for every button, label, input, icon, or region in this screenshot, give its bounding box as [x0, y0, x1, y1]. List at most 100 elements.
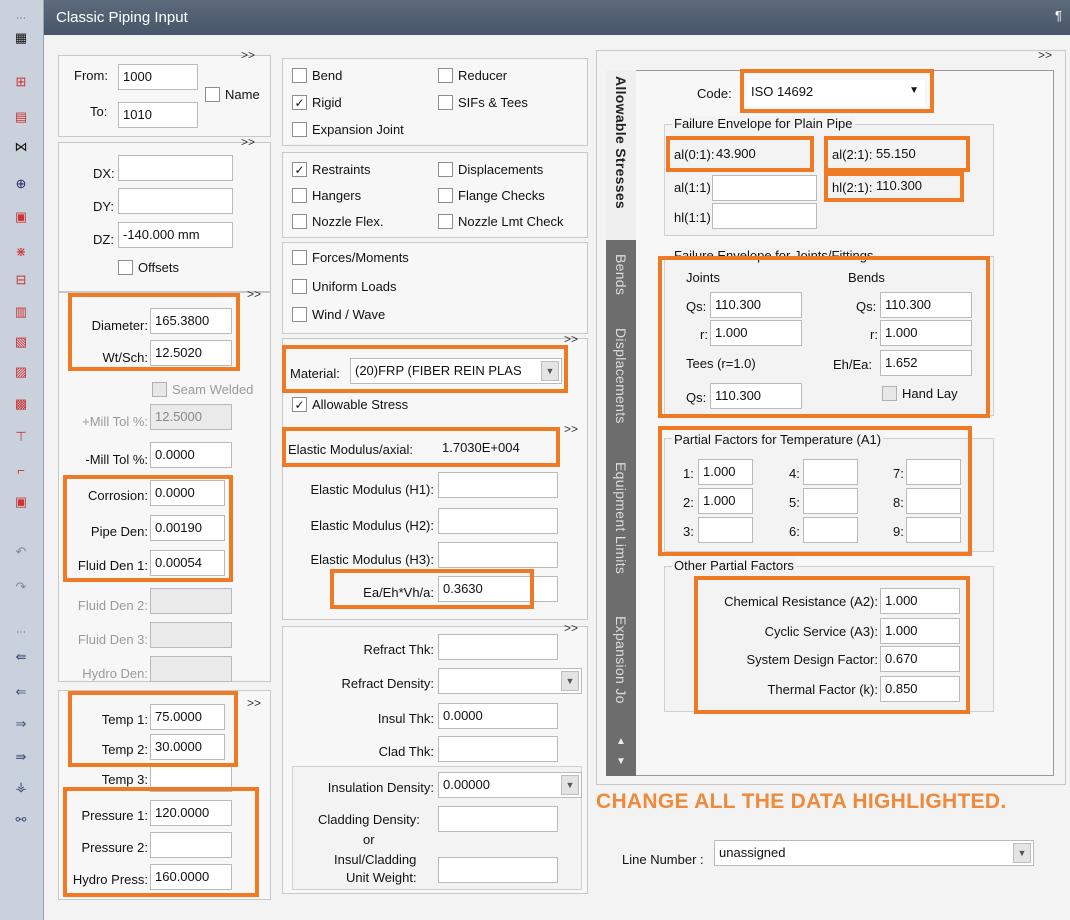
name-checkbox[interactable]: Name — [205, 87, 260, 102]
pin-icon[interactable]: ¶ — [1055, 8, 1062, 23]
seam-welded-checkbox[interactable]: Seam Welded — [152, 382, 253, 397]
list4-icon[interactable]: ▩ — [8, 392, 34, 416]
double-arrow-icon[interactable]: ⇛ — [8, 745, 34, 769]
temp-2-input[interactable]: 30.0000 — [150, 734, 225, 760]
list2-icon[interactable]: ▧ — [8, 330, 34, 354]
temp-1-input[interactable]: 75.0000 — [150, 704, 225, 730]
displacements-checkbox[interactable]: Displacements — [438, 162, 543, 177]
pressure-2-input[interactable] — [150, 832, 232, 858]
fluid-den-1-input[interactable]: 0.00054 — [150, 550, 225, 576]
grid-icon[interactable]: ▦ — [8, 26, 34, 50]
uniform-loads-checkbox[interactable]: Uniform Loads — [292, 279, 397, 294]
al01-input[interactable]: 43.900 — [712, 142, 804, 168]
al11-input[interactable] — [712, 175, 817, 201]
box-icon[interactable]: ▣ — [8, 205, 34, 229]
material-dropdown[interactable]: (20)FRP (FIBER REIN PLAS ▼ — [350, 358, 562, 384]
system-design-factor-input[interactable]: 0.670 — [880, 646, 960, 672]
fluid-den-3-input[interactable] — [150, 622, 232, 648]
joints-qs-input[interactable]: 110.300 — [710, 292, 802, 318]
doc-icon[interactable]: ▤ — [8, 105, 34, 129]
ea-eh-input[interactable]: 0.3630 — [438, 576, 558, 602]
bend-checkbox[interactable]: Bend — [292, 68, 342, 83]
plus-mill-input[interactable]: 12.5000 — [150, 404, 232, 430]
list3-icon[interactable]: ▨ — [8, 360, 34, 384]
arrow-left-icon[interactable]: ⇚ — [8, 645, 34, 669]
temp-3-input[interactable] — [150, 766, 232, 792]
joints-r-input[interactable]: 1.000 — [710, 320, 802, 346]
restraints-checkbox[interactable]: ✓ Restraints — [292, 162, 371, 177]
hl11-input[interactable] — [712, 203, 817, 229]
wtsch-input[interactable]: 12.5020 — [150, 340, 232, 366]
tab-equipment-limits[interactable]: Equipment Limits — [606, 456, 636, 606]
tab-bends[interactable]: Bends — [606, 248, 636, 318]
redo-icon[interactable]: ↷ — [8, 575, 34, 599]
diameter-input[interactable]: 165.3800 — [150, 308, 232, 334]
refract-thk-input[interactable] — [438, 634, 558, 660]
expand-button[interactable]: >> — [1038, 48, 1052, 62]
expand-button[interactable]: >> — [247, 696, 261, 710]
expand-button[interactable]: >> — [564, 332, 578, 346]
scroll-down-icon[interactable]: ▼ — [606, 754, 636, 774]
expand-button[interactable]: >> — [564, 422, 578, 436]
forces-moments-checkbox[interactable]: Forces/Moments — [292, 250, 409, 265]
bends-qs-input[interactable]: 110.300 — [880, 292, 972, 318]
chevron-down-icon[interactable]: ▼ — [541, 361, 559, 381]
hangers-checkbox[interactable]: Hangers — [292, 188, 361, 203]
offsets-checkbox[interactable]: Offsets — [118, 260, 179, 275]
line-number-dropdown[interactable]: unassigned ▼ — [714, 840, 1034, 866]
from-input[interactable]: 1000 — [118, 64, 198, 90]
list-icon[interactable]: ▥ — [8, 300, 34, 324]
chevron-down-icon[interactable]: ▼ — [561, 671, 579, 691]
tree-icon[interactable]: ⚶ — [8, 775, 34, 799]
nozzle-lmt-check-checkbox[interactable]: Nozzle Lmt Check — [438, 214, 563, 229]
hydro-den-input[interactable] — [150, 656, 232, 682]
insul-thk-input[interactable]: 0.0000 — [438, 703, 558, 729]
tab-allowable-stresses[interactable]: Allowable Stresses — [606, 70, 636, 240]
corrosion-input[interactable]: 0.0000 — [150, 480, 225, 506]
eh-ea-input[interactable]: 1.652 — [880, 350, 972, 376]
hl21-input[interactable]: 110.300 — [872, 174, 952, 200]
circle-icon[interactable]: ⊕ — [8, 172, 34, 196]
arrow-left2-icon[interactable]: ⇐ — [8, 680, 34, 704]
insulation-density-dropdown[interactable]: 0.00000 ▼ — [438, 772, 582, 798]
valve-icon[interactable]: ⋇ — [8, 240, 34, 264]
allowable-stress-checkbox[interactable]: ✓ Allowable Stress — [292, 397, 408, 412]
t4-input[interactable] — [803, 459, 858, 485]
undo-icon[interactable]: ↶ — [8, 540, 34, 564]
node-icon[interactable]: ⊞ — [8, 70, 34, 94]
bends-r-input[interactable]: 1.000 — [880, 320, 972, 346]
fluid-den-2-input[interactable] — [150, 588, 232, 614]
expand-button[interactable]: >> — [241, 135, 255, 149]
flange-checks-checkbox[interactable]: Flange Checks — [438, 188, 545, 203]
chevron-down-icon[interactable]: ▼ — [909, 85, 919, 96]
tab-displacements[interactable]: Displacements — [606, 322, 636, 452]
sifs-tees-checkbox[interactable]: SIFs & Tees — [438, 95, 528, 110]
refract-density-dropdown[interactable]: ▼ — [438, 668, 582, 694]
dx-input[interactable] — [118, 155, 233, 181]
dz-input[interactable]: -140.000 mm — [118, 222, 233, 248]
t6-input[interactable] — [803, 517, 858, 543]
clad-thk-input[interactable] — [438, 736, 558, 762]
elastic-modulus-axial-input[interactable]: 1.7030E+004 — [438, 436, 550, 462]
binoculars-icon[interactable]: ⚯ — [8, 808, 34, 832]
elastic-modulus-h1-input[interactable] — [438, 472, 558, 498]
hand-lay-checkbox[interactable]: Hand Lay — [882, 386, 958, 401]
arrow-right-icon[interactable]: ⇒ — [8, 712, 34, 736]
unit-weight-input[interactable] — [438, 857, 558, 883]
t1-input[interactable]: 1.000 — [698, 459, 753, 485]
red-icon[interactable]: ⊤ — [8, 425, 34, 449]
t7-input[interactable] — [906, 459, 961, 485]
code-dropdown[interactable]: ISO 14692 ▼ — [747, 80, 925, 106]
wind-wave-checkbox[interactable]: Wind / Wave — [292, 307, 385, 322]
pressure-1-input[interactable]: 120.0000 — [150, 800, 232, 826]
t3-input[interactable] — [698, 517, 753, 543]
tab-expansion-joints[interactable]: Expansion Jo — [606, 610, 636, 730]
reducer-checkbox[interactable]: Reducer — [438, 68, 507, 83]
tees-qs-input[interactable]: 110.300 — [710, 383, 802, 409]
thermal-factor-input[interactable]: 0.850 — [880, 676, 960, 702]
hydro-press-input[interactable]: 160.0000 — [150, 864, 232, 890]
doc2-icon[interactable]: ▣ — [8, 490, 34, 514]
expand-button[interactable]: >> — [247, 287, 261, 301]
chevron-down-icon[interactable]: ▼ — [1013, 843, 1031, 863]
dy-input[interactable] — [118, 188, 233, 214]
